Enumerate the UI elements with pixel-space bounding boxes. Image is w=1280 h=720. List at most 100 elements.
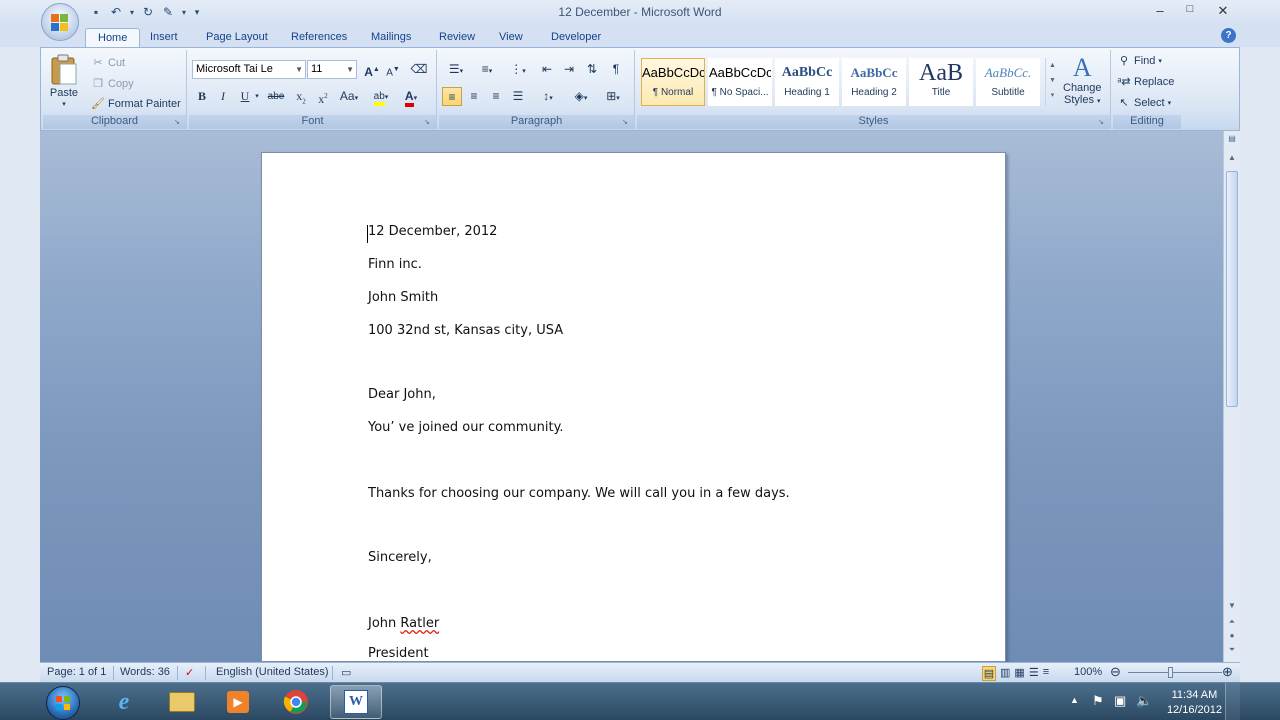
select-button[interactable]: ↖ Select ▾	[1117, 96, 1171, 110]
line-spacing-button[interactable]: ↕▾	[534, 87, 562, 106]
align-center-button[interactable]: ≡	[464, 87, 484, 106]
vertical-scrollbar[interactable]: ▤ ▲ ▼ ⏶ ● ⏷	[1223, 131, 1240, 662]
styles-gallery-scroll[interactable]: ▲ ▼ ▾	[1045, 58, 1059, 106]
doc-title-line[interactable]: President	[368, 646, 429, 661]
font-name-dropdown-icon[interactable]: ▼	[295, 61, 303, 78]
style-subtitle[interactable]: AaBbCc. Subtitle	[976, 58, 1040, 106]
font-name-combo[interactable]: Microsoft Tai Le ▼	[192, 60, 306, 79]
minimize-button[interactable]: –	[1145, 3, 1175, 21]
gallery-down-icon[interactable]: ▼	[1046, 73, 1059, 88]
file-explorer-taskbar[interactable]	[156, 685, 208, 719]
tab-references[interactable]: References	[279, 28, 359, 47]
superscript-button[interactable]: x2	[313, 87, 333, 106]
doc-company-line[interactable]: Finn inc.	[368, 257, 422, 272]
subscript-button[interactable]: x2	[291, 87, 311, 106]
change-case-button[interactable]: Aa▾	[337, 87, 361, 106]
doc-address-line[interactable]: 100 32nd st, Kansas city, USA	[368, 323, 563, 338]
show-desktop-button[interactable]	[1225, 683, 1240, 720]
maximize-button[interactable]: □	[1175, 3, 1205, 21]
clipboard-launcher-icon[interactable]: ↘	[174, 118, 183, 127]
numbering-button[interactable]: ≡▾	[473, 60, 501, 79]
web-layout-icon[interactable]: ▦	[1014, 666, 1024, 681]
copy-button[interactable]: ❐ Copy	[91, 77, 134, 91]
print-layout-view-icon[interactable]: ▤	[982, 666, 996, 681]
grow-font-button[interactable]: A▲	[362, 60, 382, 79]
highlight-button[interactable]: ab▾	[367, 87, 395, 106]
full-screen-reading-icon[interactable]: ▥	[1000, 666, 1010, 681]
underline-dropdown-icon[interactable]: ▾	[253, 87, 261, 106]
change-styles-button[interactable]: A Change Styles ▾	[1063, 54, 1102, 108]
tab-mailings[interactable]: Mailings	[359, 28, 423, 47]
action-center-icon[interactable]: ⚑	[1092, 693, 1104, 709]
draft-view-icon[interactable]: ≡	[1043, 666, 1049, 681]
paste-button[interactable]: Paste ▾	[49, 54, 79, 108]
network-icon[interactable]: ▣	[1114, 693, 1126, 709]
paste-dropdown-icon[interactable]: ▾	[62, 100, 66, 108]
close-button[interactable]: ✕	[1208, 3, 1238, 21]
scroll-down-icon[interactable]: ▼	[1226, 601, 1238, 613]
shrink-font-button[interactable]: A▼	[383, 60, 403, 79]
tab-page-layout[interactable]: Page Layout	[194, 28, 280, 47]
decrease-indent-button[interactable]: ⇤	[537, 60, 557, 79]
help-icon[interactable]: ?	[1221, 28, 1236, 43]
gallery-up-icon[interactable]: ▲	[1046, 58, 1059, 73]
increase-indent-button[interactable]: ⇥	[559, 60, 579, 79]
doc-recipient-line[interactable]: John Smith	[368, 290, 438, 305]
scrollbar-thumb[interactable]	[1226, 171, 1238, 407]
zoom-out-icon[interactable]: ⊖	[1110, 664, 1121, 680]
style-heading-1[interactable]: AaBbCc Heading 1	[775, 58, 839, 106]
tab-view[interactable]: View	[487, 28, 535, 47]
page-count[interactable]: Page: 1 of 1	[47, 666, 106, 678]
microsoft-word-taskbar[interactable]: W	[330, 685, 382, 719]
word-count[interactable]: Words: 36	[120, 666, 170, 678]
zoom-level[interactable]: 100%	[1074, 666, 1102, 678]
zoom-slider-track[interactable]	[1128, 672, 1222, 673]
outline-view-icon[interactable]: ☰	[1029, 666, 1039, 681]
gallery-more-icon[interactable]: ▾	[1046, 88, 1059, 103]
internet-explorer-taskbar[interactable]: e	[98, 685, 150, 719]
clear-formatting-button[interactable]: ⌫	[409, 60, 429, 79]
style-normal[interactable]: AaBbCcDc ¶ Normal	[641, 58, 705, 106]
doc-salutation-line[interactable]: Dear John,	[368, 387, 436, 402]
paragraph-launcher-icon[interactable]: ↘	[622, 118, 631, 127]
tray-expand-icon[interactable]: ▲	[1070, 695, 1079, 705]
tab-home[interactable]: Home	[85, 28, 141, 47]
cut-button[interactable]: ✂ Cut	[91, 56, 125, 70]
style-title[interactable]: AaB Title	[909, 58, 973, 106]
justify-button[interactable]: ☰	[508, 87, 528, 106]
next-page-icon[interactable]: ⏷	[1226, 645, 1238, 657]
previous-page-icon[interactable]: ⏶	[1226, 617, 1238, 629]
underline-button[interactable]: U	[235, 87, 255, 106]
chrome-taskbar[interactable]	[270, 685, 322, 719]
doc-body-line-2[interactable]: Thanks for choosing our company. We will…	[368, 486, 790, 501]
multilevel-list-button[interactable]: ⋮▾	[504, 60, 532, 79]
show-hide-button[interactable]: ¶	[606, 60, 626, 79]
volume-icon[interactable]: 🔈	[1136, 693, 1152, 709]
proofing-icon[interactable]: ✓	[185, 666, 194, 679]
align-left-button[interactable]: ≡	[442, 87, 462, 106]
macro-recording-icon[interactable]: ▭	[341, 666, 351, 679]
zoom-slider-thumb[interactable]	[1168, 667, 1173, 678]
ruler-toggle-icon[interactable]: ▤	[1226, 134, 1238, 146]
tab-developer[interactable]: Developer	[539, 28, 613, 47]
media-player-taskbar[interactable]: ▶	[212, 685, 264, 719]
style-heading-2[interactable]: AaBbCc Heading 2	[842, 58, 906, 106]
italic-button[interactable]: I	[213, 87, 233, 106]
tab-review[interactable]: Review	[427, 28, 487, 47]
font-size-dropdown-icon[interactable]: ▼	[346, 61, 354, 78]
language-indicator[interactable]: English (United States)	[216, 666, 329, 678]
strikethrough-button[interactable]: abe	[264, 87, 288, 106]
select-browse-object-icon[interactable]: ●	[1226, 631, 1238, 643]
font-size-combo[interactable]: 11 ▼	[307, 60, 357, 79]
scroll-up-icon[interactable]: ▲	[1226, 153, 1238, 165]
bullets-button[interactable]: ☰▾	[442, 60, 470, 79]
align-right-button[interactable]: ≡	[486, 87, 506, 106]
tab-insert[interactable]: Insert	[138, 28, 190, 47]
clock[interactable]: 11:34 AM 12/16/2012	[1167, 688, 1222, 718]
office-button[interactable]	[41, 3, 79, 41]
borders-button[interactable]: ⊞▾	[599, 87, 627, 106]
doc-signature-line[interactable]: John Ratler	[368, 616, 439, 631]
start-button[interactable]	[46, 686, 80, 720]
zoom-in-icon[interactable]: ⊕	[1222, 664, 1233, 680]
doc-body-line-1[interactable]: You’ ve joined our community.	[368, 420, 564, 435]
